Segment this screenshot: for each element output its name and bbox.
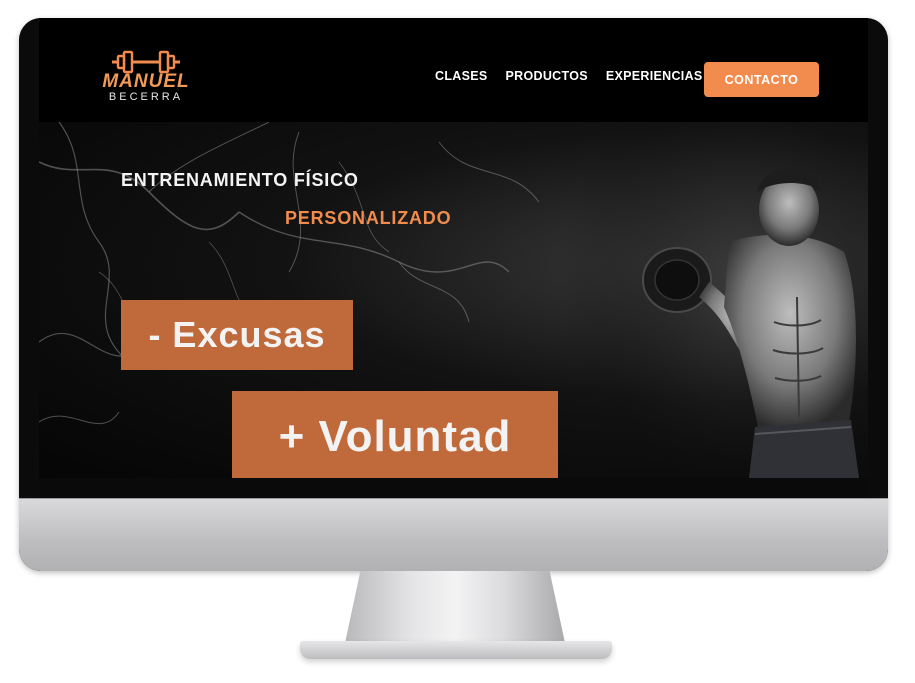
brand-subtitle: BECERRA — [108, 91, 184, 103]
excusas-box: - Excusas — [121, 300, 353, 370]
monitor-frame: MANUEL BECERRA CLASES PRODUCTOS EXPERIEN… — [19, 18, 888, 571]
screen-bottom-bar — [39, 478, 868, 498]
website-screen: MANUEL BECERRA CLASES PRODUCTOS EXPERIEN… — [39, 18, 868, 498]
monitor-stand — [345, 571, 565, 643]
hero-heading-line2: PERSONALIZADO — [285, 208, 452, 228]
contact-button[interactable]: CONTACTO — [704, 62, 819, 97]
nav-item-productos[interactable]: PRODUCTOS — [506, 69, 588, 83]
monitor-chin — [19, 498, 888, 571]
brand-name: MANUEL — [102, 71, 190, 92]
monitor-stand-base — [300, 641, 612, 659]
athlete-image — [559, 122, 868, 478]
brand-logo[interactable]: MANUEL BECERRA — [96, 48, 196, 112]
nav-links: CLASES PRODUCTOS EXPERIENCIAS — [435, 69, 703, 83]
nav-item-experiencias[interactable]: EXPERIENCIAS — [606, 69, 703, 83]
hero-heading-line1: ENTRENAMIENTO FÍSICO — [121, 170, 359, 190]
voluntad-box: + Voluntad — [232, 391, 558, 478]
hero-banner: ENTRENAMIENTO FÍSICO PERSONALIZADO - Exc… — [39, 122, 868, 478]
nav-item-clases[interactable]: CLASES — [435, 69, 488, 83]
navbar: MANUEL BECERRA CLASES PRODUCTOS EXPERIEN… — [39, 18, 868, 122]
